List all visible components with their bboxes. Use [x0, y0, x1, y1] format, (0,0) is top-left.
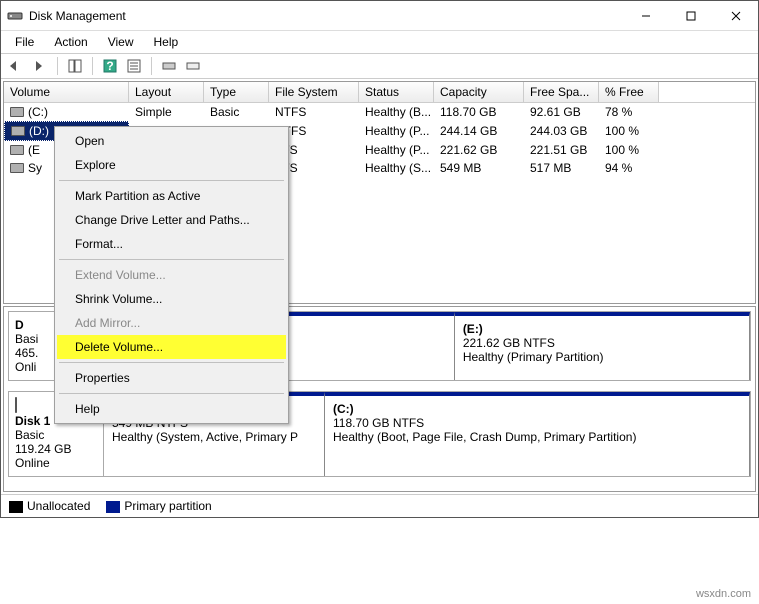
- menu-view[interactable]: View: [98, 33, 144, 51]
- volume-icon: [10, 107, 24, 117]
- svg-text:?: ?: [106, 59, 113, 73]
- cell-pfree: 100 %: [599, 121, 659, 141]
- cell-capacity: 118.70 GB: [434, 103, 524, 121]
- back-button[interactable]: [5, 55, 27, 77]
- ctx-properties[interactable]: Properties: [57, 366, 286, 390]
- partition-size: 118.70 GB NTFS: [333, 416, 741, 430]
- ctx-separator: [59, 259, 284, 260]
- ctx-change-letter[interactable]: Change Drive Letter and Paths...: [57, 208, 286, 232]
- cell-layout: Simple: [129, 103, 204, 121]
- volume-icon: [11, 126, 25, 136]
- ctx-delete-volume[interactable]: Delete Volume...: [57, 335, 286, 359]
- volume-name: Sy: [28, 161, 42, 175]
- context-menu: Open Explore Mark Partition as Active Ch…: [54, 126, 289, 424]
- cell-capacity: 221.62 GB: [434, 141, 524, 159]
- col-status[interactable]: Status: [359, 82, 434, 102]
- legend-unallocated: Unallocated: [9, 499, 90, 513]
- cell-capacity: 549 MB: [434, 159, 524, 177]
- source-watermark: wsxdn.com: [696, 588, 751, 600]
- cell-free: 517 MB: [524, 159, 599, 177]
- disk-status: Online: [15, 456, 97, 470]
- forward-button[interactable]: [29, 55, 51, 77]
- ctx-help[interactable]: Help: [57, 397, 286, 421]
- app-icon: [7, 8, 23, 24]
- cell-free: 221.51 GB: [524, 141, 599, 159]
- menu-help[interactable]: Help: [144, 33, 189, 51]
- ctx-separator: [59, 180, 284, 181]
- window-title: Disk Management: [29, 9, 623, 23]
- col-layout[interactable]: Layout: [129, 82, 204, 102]
- disk-management-window: Disk Management File Action View Help ? …: [0, 0, 759, 518]
- partition-name: (C:): [333, 402, 741, 416]
- cell-status: Healthy (B...: [359, 103, 434, 121]
- ctx-mark-active[interactable]: Mark Partition as Active: [57, 184, 286, 208]
- window-controls: [623, 1, 758, 30]
- more-button[interactable]: [182, 55, 204, 77]
- partition-name: (E:): [463, 322, 741, 336]
- volume-icon: [10, 145, 24, 155]
- cell-fs: NTFS: [269, 103, 359, 121]
- partition-size: 221.62 GB NTFS: [463, 336, 741, 350]
- toolbar: ?: [1, 53, 758, 79]
- ctx-extend-volume: Extend Volume...: [57, 263, 286, 287]
- cell-status: Healthy (P...: [359, 141, 434, 159]
- partition-health: Healthy (Primary Partition): [463, 350, 741, 364]
- ctx-separator: [59, 393, 284, 394]
- legend: Unallocated Primary partition: [1, 494, 758, 517]
- col-pctfree[interactable]: % Free: [599, 82, 659, 102]
- legend-primary: Primary partition: [106, 499, 211, 513]
- partition-block[interactable]: (E:) 221.62 GB NTFS Healthy (Primary Par…: [455, 312, 750, 380]
- help-button[interactable]: ?: [99, 55, 121, 77]
- partition-health: Healthy (System, Active, Primary P: [112, 430, 316, 444]
- col-freespace[interactable]: Free Spa...: [524, 82, 599, 102]
- menubar: File Action View Help: [1, 31, 758, 53]
- cell-capacity: 244.14 GB: [434, 121, 524, 141]
- menu-file[interactable]: File: [5, 33, 44, 51]
- cell-status: Healthy (P...: [359, 121, 434, 141]
- disk-size: 119.24 GB: [15, 442, 97, 456]
- volume-name: (E: [28, 143, 40, 157]
- show-hide-button[interactable]: [64, 55, 86, 77]
- cell-pfree: 78 %: [599, 103, 659, 121]
- cell-free: 92.61 GB: [524, 103, 599, 121]
- ctx-separator: [59, 362, 284, 363]
- partition-block[interactable]: (C:) 118.70 GB NTFS Healthy (Boot, Page …: [325, 392, 750, 476]
- disk-type: Basic: [15, 428, 97, 442]
- minimize-button[interactable]: [623, 1, 668, 30]
- ctx-explore[interactable]: Explore: [57, 153, 286, 177]
- volume-list-header: Volume Layout Type File System Status Ca…: [4, 82, 755, 103]
- settings-button[interactable]: [158, 55, 180, 77]
- volume-row[interactable]: (C:) Simple Basic NTFS Healthy (B... 118…: [4, 103, 755, 121]
- ctx-open[interactable]: Open: [57, 129, 286, 153]
- partition-health: Healthy (Boot, Page File, Crash Dump, Pr…: [333, 430, 741, 444]
- toolbar-separator: [151, 57, 152, 75]
- cell-free: 244.03 GB: [524, 121, 599, 141]
- col-volume[interactable]: Volume: [4, 82, 129, 102]
- close-button[interactable]: [713, 1, 758, 30]
- cell-type: Basic: [204, 103, 269, 121]
- col-filesystem[interactable]: File System: [269, 82, 359, 102]
- action-list-button[interactable]: [123, 55, 145, 77]
- maximize-button[interactable]: [668, 1, 713, 30]
- volume-name: (D:): [29, 124, 49, 138]
- col-capacity[interactable]: Capacity: [434, 82, 524, 102]
- volume-name: (C:): [28, 105, 48, 119]
- ctx-add-mirror: Add Mirror...: [57, 311, 286, 335]
- toolbar-separator: [57, 57, 58, 75]
- cell-status: Healthy (S...: [359, 159, 434, 177]
- toolbar-separator: [92, 57, 93, 75]
- ctx-shrink-volume[interactable]: Shrink Volume...: [57, 287, 286, 311]
- ctx-format[interactable]: Format...: [57, 232, 286, 256]
- menu-action[interactable]: Action: [44, 33, 97, 51]
- cell-pfree: 94 %: [599, 159, 659, 177]
- volume-icon: [10, 163, 24, 173]
- col-type[interactable]: Type: [204, 82, 269, 102]
- cell-pfree: 100 %: [599, 141, 659, 159]
- titlebar: Disk Management: [1, 1, 758, 31]
